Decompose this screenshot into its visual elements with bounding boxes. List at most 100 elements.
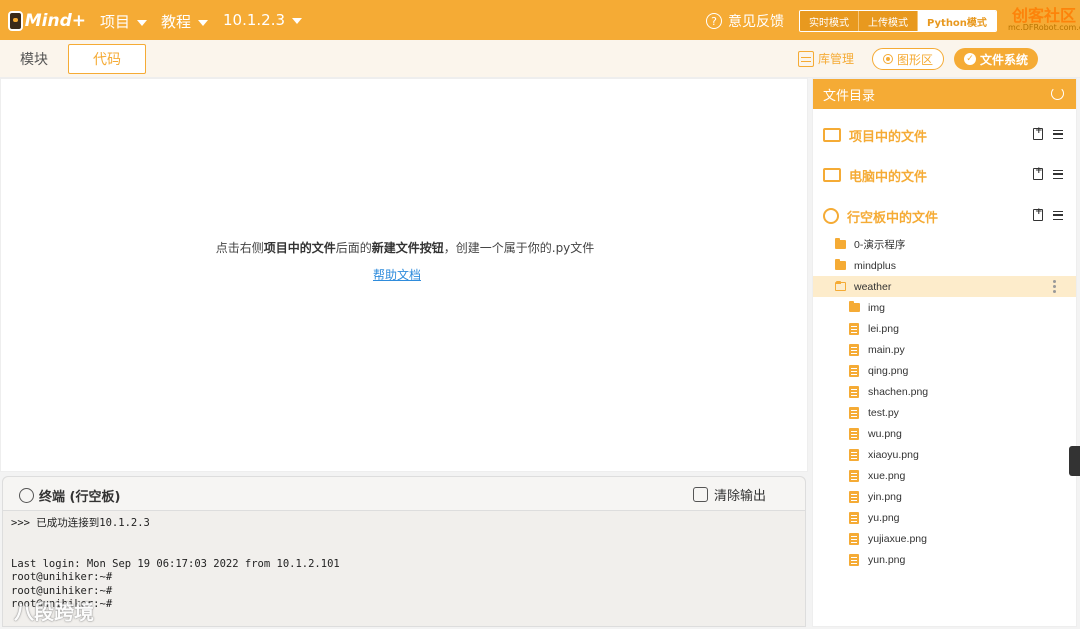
menu-icon[interactable] [1053,129,1063,139]
tab-code[interactable]: 代码 [68,44,146,74]
library-button[interactable]: 库管理 [798,50,854,67]
brush-icon [693,487,708,502]
app-logo[interactable]: Mind+ [8,8,86,34]
section-board-files-label: 行空板中的文件 [847,210,939,226]
file-icon [849,448,859,461]
file-directory-panel: 文件目录 项目中的文件 电脑中的文件 行空板中的文件 0-演示程序 mindplu… [812,78,1077,627]
filesystem-toggle[interactable]: ✓ 文件系统 [954,48,1039,70]
tree-item-label: lei.png [868,322,899,335]
tree-file[interactable]: xiaoyu.png [813,444,1076,465]
tree-file[interactable]: yun.png [813,549,1076,570]
tree-file[interactable]: xue.png [813,465,1076,486]
code-editor[interactable]: 点击右侧项目中的文件后面的新建文件按钮，创建一个属于你的.py文件 帮助文档 [0,78,808,472]
section-computer-files[interactable]: 电脑中的文件 [823,164,1063,186]
graphics-label: 图形区 [897,52,934,67]
section-project-files[interactable]: 项目中的文件 [823,124,1063,146]
top-bar: Mind+ 项目 教程 10.1.2.3 ? 意见反馈 实时模式 上传模式 Py… [0,0,1080,40]
tree-file[interactable]: wu.png [813,423,1076,444]
tree-file[interactable]: lei.png [813,318,1076,339]
tab-blocks[interactable]: 模块 [0,44,68,74]
list-icon [823,128,841,142]
section-actions [1033,207,1063,221]
chevron-down-icon [292,18,303,24]
tree-file[interactable]: yu.png [813,507,1076,528]
menu-tutorial-label: 教程 [161,13,192,31]
empty-hint: 点击右侧项目中的文件后面的新建文件按钮，创建一个属于你的.py文件 [1,239,809,256]
hint-pre: 点击右侧 [215,241,264,255]
monitor-icon [823,168,841,182]
graphics-toggle[interactable]: 图形区 [872,48,945,70]
menu-device[interactable]: 10.1.2.3 [223,11,303,29]
library-icon [798,50,814,67]
terminal-panel: 终端 (行空板) 清除输出 >>> 已成功连接到10.1.2.3 Last lo… [2,476,806,627]
feedback-label: 意见反馈 [728,14,784,30]
file-panel-title: 文件目录 [823,88,876,104]
tree-item-label: weather [854,280,892,293]
tree-item-label: main.py [868,343,905,356]
file-icon [849,490,859,503]
refresh-icon[interactable] [1051,87,1064,100]
tree-item-label: yun.png [868,553,906,566]
tree-folder[interactable]: weather [813,276,1076,297]
mode-realtime[interactable]: 实时模式 [800,11,859,31]
tree-item-label: shachen.png [868,385,929,398]
tree-item-label: yujiaxue.png [868,532,927,545]
tree-file[interactable]: shachen.png [813,381,1076,402]
section-computer-files-label: 电脑中的文件 [849,169,928,185]
feedback-button[interactable]: ? 意见反馈 [706,11,784,31]
mode-python[interactable]: Python模式 [918,11,996,31]
section-project-files-label: 项目中的文件 [849,129,928,145]
file-icon [849,385,859,398]
tree-folder[interactable]: 0-演示程序 [813,234,1076,255]
radio-icon [883,54,893,64]
new-file-icon[interactable] [1033,207,1043,221]
clear-output-button[interactable]: 清除输出 [693,485,766,504]
tree-item-label: yin.png [868,490,902,503]
library-label: 库管理 [818,52,855,66]
file-icon [849,469,859,482]
file-icon [849,532,859,545]
robot-icon [8,11,23,31]
tree-item-label: qing.png [868,364,909,377]
mode-upload[interactable]: 上传模式 [859,11,918,31]
chevron-down-icon [198,19,209,26]
more-options-icon[interactable] [1053,280,1056,293]
new-file-icon[interactable] [1033,166,1043,180]
file-icon [849,511,859,524]
terminal-output[interactable]: >>> 已成功连接到10.1.2.3 Last login: Mon Sep 1… [3,511,805,618]
tree-file[interactable]: yujiaxue.png [813,528,1076,549]
terminal-title: 终端 (行空板) [19,486,120,505]
tab-row: 模块 代码 库管理 图形区 ✓ 文件系统 [0,40,1080,78]
tree-folder[interactable]: img [813,297,1076,318]
tree-file[interactable]: yin.png [813,486,1076,507]
scroll-handle[interactable] [1069,446,1080,476]
tree-file[interactable]: test.py [813,402,1076,423]
file-icon [849,322,859,335]
folder-icon [835,238,846,249]
terminal-title-label: 终端 (行空板) [39,490,121,505]
tree-file[interactable]: qing.png [813,360,1076,381]
filesystem-label: 文件系统 [980,52,1029,67]
new-file-icon[interactable] [1033,126,1043,140]
menu-icon[interactable] [1053,169,1063,179]
tree-item-label: yu.png [868,511,900,524]
question-icon: ? [706,13,722,29]
tree-item-label: test.py [868,406,899,419]
tree-item-label: mindplus [854,259,897,272]
file-panel-header: 文件目录 [813,79,1076,109]
file-icon [849,427,859,440]
hint-bold-project-files: 项目中的文件 [263,241,336,255]
section-board-files[interactable]: 行空板中的文件 [823,205,1063,227]
tree-item-label: xiaoyu.png [868,448,919,461]
menu-icon[interactable] [1053,210,1063,220]
menu-tutorial[interactable]: 教程 [161,11,209,32]
terminal-header: 终端 (行空板) 清除输出 [3,477,805,511]
menu-project[interactable]: 项目 [100,11,148,32]
file-icon [849,406,859,419]
tree-folder[interactable]: mindplus [813,255,1076,276]
mode-switcher: 实时模式 上传模式 Python模式 [799,10,997,32]
help-docs-link[interactable]: 帮助文档 [1,266,793,283]
folder-open-icon [835,281,846,291]
tree-file[interactable]: main.py [813,339,1076,360]
check-icon: ✓ [964,53,976,65]
